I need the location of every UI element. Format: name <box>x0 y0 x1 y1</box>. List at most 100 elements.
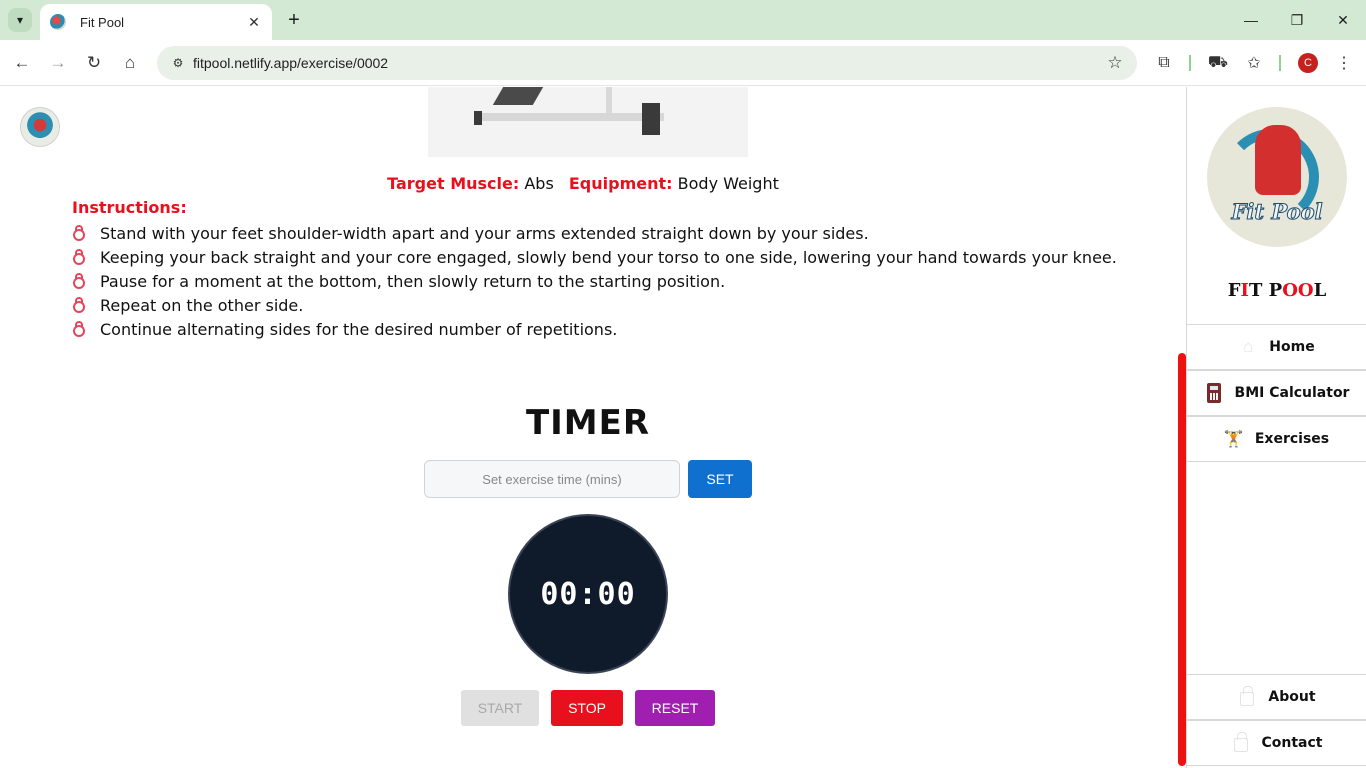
chevron-down-icon: ▾ <box>16 13 24 27</box>
brand-letter: O <box>1282 280 1298 301</box>
kettlebell-icon <box>72 249 86 265</box>
list-item: Repeat on the other side. <box>72 293 1117 317</box>
arrow-left-icon: ← <box>13 53 31 72</box>
site-info-icon[interactable]: ⚙ <box>169 54 187 72</box>
home-icon: ⌂ <box>1243 337 1254 356</box>
logo-wordmark: Fit Pool <box>1231 199 1323 225</box>
minimize-icon: — <box>1244 12 1258 28</box>
start-button[interactable]: START <box>461 690 539 726</box>
sidebar: Fit Pool FIT POOL ⌂ Home BMI Calculator … <box>1186 87 1366 768</box>
extensions-icon[interactable]: ⧉ <box>1153 52 1175 74</box>
tab-title: Fit Pool <box>80 14 125 30</box>
sidebar-item-about[interactable]: About <box>1187 674 1366 720</box>
sidebar-item-contact[interactable]: Contact <box>1187 720 1366 766</box>
sidebar-item-label: Contact <box>1261 735 1323 751</box>
calculator-shape <box>1206 383 1221 403</box>
instructions-heading: Instructions: <box>72 198 187 217</box>
kettlebell-icon <box>72 297 86 313</box>
arrow-right-icon: → <box>49 53 67 72</box>
sidebar-item-bmi-calculator[interactable]: BMI Calculator <box>1187 370 1366 416</box>
instruction-text: Repeat on the other side. <box>100 295 304 315</box>
brand-letter: L <box>1313 280 1327 301</box>
reload-icon: ↻ <box>86 53 102 72</box>
reload-button[interactable]: ↻ <box>81 50 107 76</box>
back-button[interactable]: ← <box>9 50 35 76</box>
sidebar-item-label: Home <box>1269 339 1315 355</box>
page-content: Target Muscle: Abs Equipment: Body Weigh… <box>0 87 1186 768</box>
restore-icon: ❐ <box>1290 11 1304 28</box>
equipment-shape <box>492 87 544 105</box>
stop-button[interactable]: STOP <box>551 690 623 726</box>
close-icon: ✕ <box>1337 11 1349 28</box>
forward-button[interactable]: → <box>45 50 71 76</box>
sidebar-item-label: About <box>1268 689 1316 705</box>
brand-letter: P <box>1268 280 1283 301</box>
list-item: Pause for a moment at the bottom, then s… <box>72 269 1117 293</box>
lock-shape <box>1233 732 1248 752</box>
equipment-shape <box>588 87 612 113</box>
sidebar-item-label: Exercises <box>1254 431 1330 447</box>
scrollbar-thumb[interactable] <box>1178 353 1186 766</box>
kettlebell-icon <box>72 225 86 241</box>
exercise-time-input[interactable] <box>424 460 680 498</box>
home-button[interactable]: ⌂ <box>117 50 143 76</box>
timer-display: 00:00 <box>508 514 668 674</box>
close-window-button[interactable]: ✕ <box>1328 8 1358 32</box>
brand-letter: T <box>1248 280 1263 301</box>
brand-letter: I <box>1240 280 1249 301</box>
instruction-text: Stand with your feet shoulder-width apar… <box>100 223 869 243</box>
set-button[interactable]: SET <box>688 460 752 498</box>
profile-avatar[interactable]: C <box>1298 53 1318 73</box>
address-bar[interactable]: ⚙ fitpool.netlify.app/exercise/0002 ☆ <box>157 46 1137 80</box>
favorites-icon[interactable]: ✩ <box>1243 52 1265 74</box>
lock-icon <box>1232 732 1250 752</box>
sidebar-item-home[interactable]: ⌂ Home <box>1187 324 1366 370</box>
lock-shape <box>1240 686 1255 706</box>
browser-toolbar: ← → ↻ ⌂ ⚙ fitpool.netlify.app/exercise/0… <box>0 40 1366 86</box>
instruction-text: Continue alternating sides for the desir… <box>100 319 618 339</box>
bookmark-star-icon[interactable]: ☆ <box>1101 53 1129 73</box>
equipment-shape <box>474 113 664 121</box>
browser-tabstrip: ▾ Fit Pool ✕ + — ❐ ✕ <box>0 0 1366 40</box>
exercise-image <box>428 87 748 157</box>
reset-button[interactable]: RESET <box>635 690 715 726</box>
plus-icon: + <box>288 8 300 31</box>
list-item: Continue alternating sides for the desir… <box>72 317 1117 341</box>
equipment-label: Equipment: <box>568 174 673 193</box>
dumbbell-icon: 🏋 <box>1223 431 1244 448</box>
exercise-meta: Target Muscle: Abs Equipment: Body Weigh… <box>0 174 1176 193</box>
target-muscle-value: Abs <box>524 174 554 193</box>
url-text[interactable]: fitpool.netlify.app/exercise/0002 <box>193 55 1101 71</box>
sidebar-item-exercises[interactable]: 🏋 Exercises <box>1187 416 1366 462</box>
calculator-icon <box>1205 383 1223 403</box>
timer-title: TIMER <box>525 403 651 443</box>
instruction-text: Pause for a moment at the bottom, then s… <box>100 271 726 291</box>
fitpool-logo[interactable]: Fit Pool <box>1207 107 1347 247</box>
brand-title: FIT POOL <box>1187 280 1366 301</box>
browser-tab-active[interactable]: Fit Pool ✕ <box>40 4 272 40</box>
tab-search-button[interactable]: ▾ <box>8 8 32 32</box>
list-item: Keeping your back straight and your core… <box>72 245 1117 269</box>
kettlebell-icon <box>72 321 86 337</box>
toolbar-separator <box>1279 55 1281 71</box>
brand-letter: F <box>1227 280 1241 301</box>
performance-icon[interactable]: ⛟ <box>1207 52 1229 74</box>
sidebar-item-label: BMI Calculator <box>1234 385 1350 401</box>
instructions-list: Stand with your feet shoulder-width apar… <box>72 221 1117 341</box>
logo-figure <box>1255 125 1301 195</box>
equipment-value: Body Weight <box>677 174 779 193</box>
target-muscle-label: Target Muscle: <box>387 174 520 193</box>
fitpool-logo-small[interactable] <box>20 107 60 147</box>
restore-button[interactable]: ❐ <box>1282 8 1312 32</box>
minimize-button[interactable]: — <box>1236 8 1266 32</box>
favicon-icon <box>50 14 66 30</box>
home-icon: ⌂ <box>124 53 136 72</box>
equipment-shape <box>474 111 482 125</box>
instruction-text: Keeping your back straight and your core… <box>100 247 1117 267</box>
brand-letter: O <box>1297 280 1314 301</box>
timer-display-text: 00:00 <box>540 576 636 612</box>
close-tab-icon[interactable]: ✕ <box>246 14 262 31</box>
new-tab-button[interactable]: + <box>282 8 306 32</box>
list-item: Stand with your feet shoulder-width apar… <box>72 221 1117 245</box>
menu-kebab-icon[interactable]: ⋮ <box>1333 52 1355 74</box>
